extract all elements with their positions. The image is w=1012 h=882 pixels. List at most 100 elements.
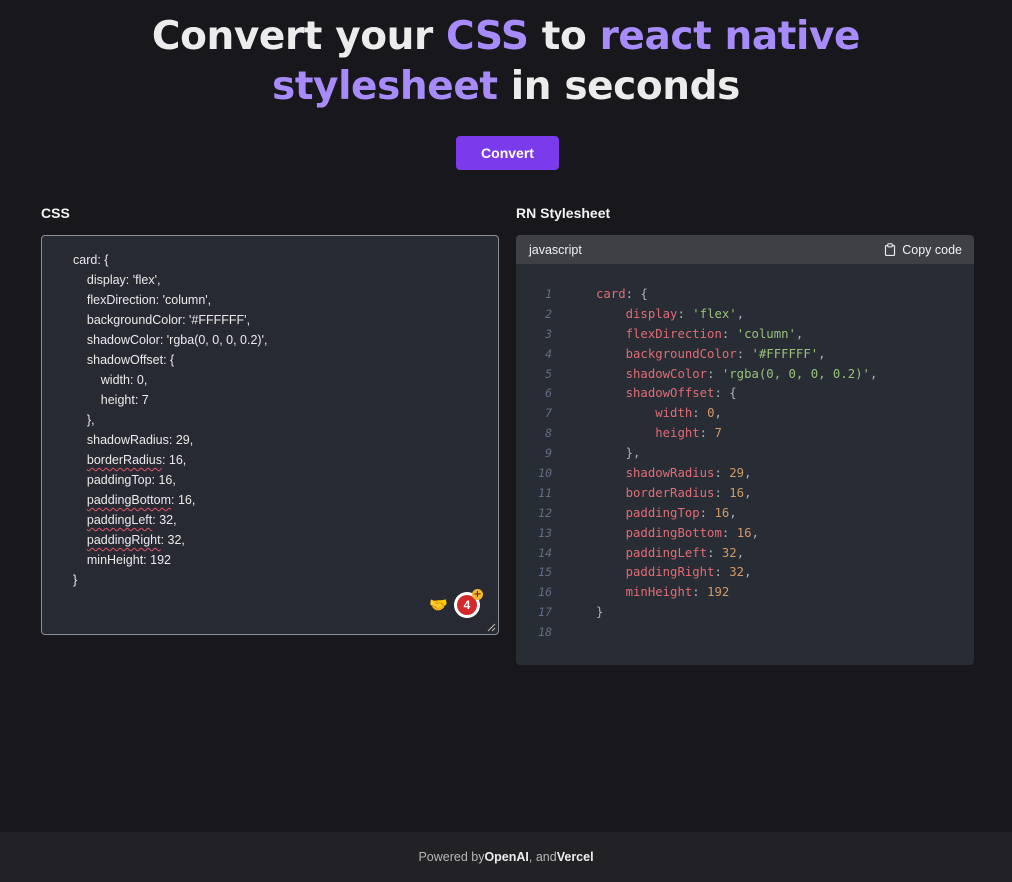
css-line: shadowRadius: 29, — [73, 433, 194, 447]
css-line: height: 7 — [73, 393, 149, 407]
copy-code-label: Copy code — [902, 242, 962, 257]
code-line: 7 width: 0, — [516, 404, 974, 424]
css-line: shadowColor: 'rgba(0, 0, 0, 0.2)', — [73, 333, 268, 347]
line-number: 5 — [545, 366, 552, 381]
clipboard-icon — [885, 243, 896, 256]
code-line: 18 — [516, 623, 974, 643]
code-text: flexDirection: 'column', — [625, 326, 804, 341]
css-line: card: { — [73, 253, 109, 267]
plus-icon: + — [472, 589, 483, 600]
code-text: paddingRight: 32, — [625, 565, 752, 580]
resize-handle-icon[interactable] — [487, 623, 496, 632]
title-part: in seconds — [497, 64, 741, 109]
code-line: 9 }, — [516, 444, 974, 464]
code-text: width: 0, — [655, 406, 722, 421]
code-line: 11 borderRadius: 16, — [516, 484, 974, 504]
css-line: shadowOffset: { — [73, 353, 175, 367]
line-number: 3 — [545, 326, 552, 341]
code-line: 13 paddingBottom: 16, — [516, 524, 974, 544]
code-text: card: { — [596, 287, 648, 301]
code-line: 5 shadowColor: 'rgba(0, 0, 0, 0.2)', — [516, 365, 974, 385]
code-line: 15 paddingRight: 32, — [516, 563, 974, 583]
code-text: borderRadius: 16, — [625, 485, 752, 500]
title-accent-rn: react native — [599, 14, 861, 59]
title-part: Convert your — [151, 14, 446, 59]
spellcheck-word: borderRadius — [86, 453, 162, 467]
line-number: 13 — [538, 525, 552, 540]
code-line: 1 card: { — [516, 285, 974, 305]
code-line: 10 shadowRadius: 29, — [516, 464, 974, 484]
code-text: }, — [596, 446, 641, 461]
code-text: paddingBottom: 16, — [625, 525, 759, 540]
code-text: } — [596, 605, 604, 620]
footer-mid: , and — [528, 850, 557, 864]
rn-panel-label: RN Stylesheet — [516, 205, 611, 221]
code-text: shadowRadius: 29, — [625, 466, 752, 481]
code-line: 16 minHeight: 192 — [516, 583, 974, 603]
title-accent-stylesheet: stylesheet — [272, 64, 498, 109]
css-line: width: 0, — [73, 373, 148, 387]
code-line: 3 flexDirection: 'column', — [516, 325, 974, 345]
code-text: paddingLeft: 32, — [625, 545, 745, 560]
line-number: 7 — [545, 406, 552, 421]
code-line: 17} — [516, 603, 974, 623]
line-number: 1 — [545, 287, 552, 301]
convert-button[interactable]: Convert — [456, 136, 559, 170]
copy-code-button[interactable]: Copy code — [884, 243, 962, 257]
spellcheck-word: paddingRight — [86, 533, 161, 547]
line-number: 14 — [538, 545, 552, 560]
code-line: 8 height: 7 — [516, 424, 974, 444]
css-line: paddingTop: 16, — [73, 473, 176, 487]
code-text: paddingTop: 16, — [625, 505, 737, 520]
code-header: javascript Copy code — [516, 235, 974, 264]
line-number: 8 — [545, 426, 552, 441]
badge-icon[interactable]: 4 + — [454, 589, 483, 618]
code-text: minHeight: 192 — [625, 585, 730, 600]
code-text: shadowColor: 'rgba(0, 0, 0, 0.2)', — [625, 366, 878, 381]
spellcheck-word: paddingBottom — [86, 493, 171, 507]
css-line: borderRadius: 16, — [86, 453, 187, 467]
footer: Powered by OpenAI , and Vercel — [0, 832, 1012, 882]
code-language: javascript — [529, 242, 582, 257]
code-content: 1 card: {2 display: 'flex', 3 flexDirectio… — [516, 285, 974, 643]
css-line: flexDirection: 'column', — [73, 293, 212, 307]
css-line: minHeight: 192 — [73, 553, 171, 567]
code-text: height: 7 — [655, 426, 722, 441]
line-number: 4 — [545, 346, 552, 361]
css-line: display: 'flex', — [73, 273, 161, 287]
page-title: Convert your CSS to react native stylesh… — [0, 12, 1012, 112]
code-line: 4 backgroundColor: '#FFFFFF', — [516, 345, 974, 365]
line-number: 18 — [538, 625, 552, 640]
openai-link[interactable]: OpenAI — [484, 850, 528, 864]
code-line: 2 display: 'flex', — [516, 305, 974, 325]
css-line: paddingRight: 32, — [86, 533, 185, 547]
css-input-content[interactable]: card: { display: 'flex', flexDirection: … — [73, 250, 267, 590]
vercel-link[interactable]: Vercel — [557, 850, 594, 864]
css-line: }, — [73, 413, 95, 427]
line-number: 10 — [538, 466, 552, 481]
code-text: display: 'flex', — [625, 306, 745, 321]
css-line: } — [73, 573, 78, 587]
extension-icons: 🤝 4 + — [429, 589, 483, 618]
line-number: 6 — [545, 386, 552, 401]
line-number: 15 — [538, 565, 552, 580]
line-number: 12 — [538, 505, 552, 520]
handshake-icon[interactable]: 🤝 — [429, 596, 448, 614]
line-number: 9 — [545, 446, 552, 461]
css-line: backgroundColor: '#FFFFFF', — [73, 313, 251, 327]
code-line: 12 paddingTop: 16, — [516, 504, 974, 524]
code-text: backgroundColor: '#FFFFFF', — [625, 346, 826, 361]
footer-prefix: Powered by — [418, 850, 485, 864]
line-number: 11 — [538, 485, 552, 500]
title-accent-css: CSS — [446, 14, 529, 59]
css-textarea[interactable]: card: { display: 'flex', flexDirection: … — [41, 235, 499, 635]
code-text: shadowOffset: { — [625, 386, 737, 401]
css-panel-label: CSS — [41, 205, 70, 221]
line-number: 17 — [538, 605, 552, 620]
title-part: to — [528, 14, 600, 59]
line-number: 2 — [545, 306, 552, 321]
css-line: paddingLeft: 32, — [86, 513, 177, 527]
line-number: 16 — [538, 585, 552, 600]
code-line: 14 paddingLeft: 32, — [516, 544, 974, 564]
